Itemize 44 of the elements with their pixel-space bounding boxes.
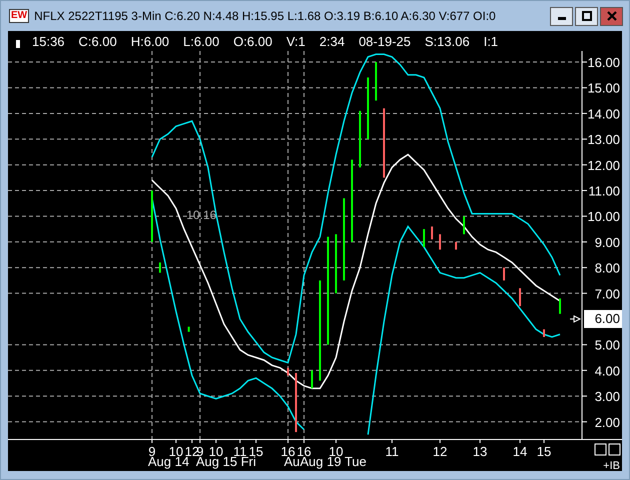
x-axis-label: 13 — [472, 444, 488, 459]
y-axis-label: 8.00 — [594, 260, 620, 276]
x-axis-label: 14 — [512, 444, 528, 459]
y-axis-label: 7.00 — [594, 286, 620, 302]
y-axis-label: 10.00 — [587, 209, 620, 224]
square-icon[interactable] — [608, 444, 620, 456]
window-title: NFLX 2522T1195 3-Min C:6.20 N:4.48 H:15.95 L:1.68 O:3.19 B:6.10 A:6.30 V:677 OI:0 — [34, 9, 497, 23]
corner-label: +IB — [603, 460, 620, 471]
y-axis-label: 14.00 — [587, 106, 620, 122]
y-axis-label: 4.00 — [594, 363, 620, 378]
info-value: C:6.00 — [78, 34, 117, 48]
info-value: 15:36 — [32, 34, 65, 48]
app-logo: EW — [9, 9, 30, 23]
close-button[interactable] — [600, 6, 623, 26]
close-icon — [606, 11, 616, 21]
bar-marker-icon — [16, 40, 20, 48]
price-annotation: 10.16 — [186, 208, 216, 222]
y-axis-label: 9.00 — [594, 234, 620, 250]
info-value: S:13.06 — [424, 34, 470, 48]
y-axis-label: 12.00 — [587, 158, 620, 173]
price-marker: 6.00 — [584, 310, 622, 328]
y-axis-label: 11.00 — [588, 184, 620, 199]
info-value: O:6.00 — [233, 34, 272, 48]
y-axis-label: 2.00 — [594, 414, 620, 430]
info-value: H:6.00 — [130, 34, 170, 48]
x-axis-label: 12 — [432, 444, 448, 459]
info-value: 08-19-25 — [358, 34, 411, 48]
minimize-button[interactable] — [550, 6, 573, 26]
y-axis-label: 3.00 — [594, 389, 620, 404]
info-value: 2:34 — [319, 34, 345, 48]
x-axis-label: 15 — [248, 444, 264, 459]
x-axis-label: 11 — [385, 444, 399, 459]
y-axis-label: 16.00 — [587, 55, 620, 70]
info-value: I:1 — [484, 34, 498, 48]
y-axis-label: 5.00 — [594, 338, 620, 353]
y-axis-label: 13.00 — [587, 132, 620, 148]
maximize-button[interactable] — [575, 6, 598, 26]
square-icon[interactable] — [594, 444, 606, 456]
info-value: L:6.00 — [183, 34, 220, 48]
x-axis-label: 15 — [536, 444, 552, 459]
x-axis-label: 10 — [208, 444, 224, 459]
maximize-icon — [582, 11, 592, 21]
y-axis-label: 15.00 — [587, 80, 620, 96]
info-value: V:1 — [286, 34, 306, 48]
